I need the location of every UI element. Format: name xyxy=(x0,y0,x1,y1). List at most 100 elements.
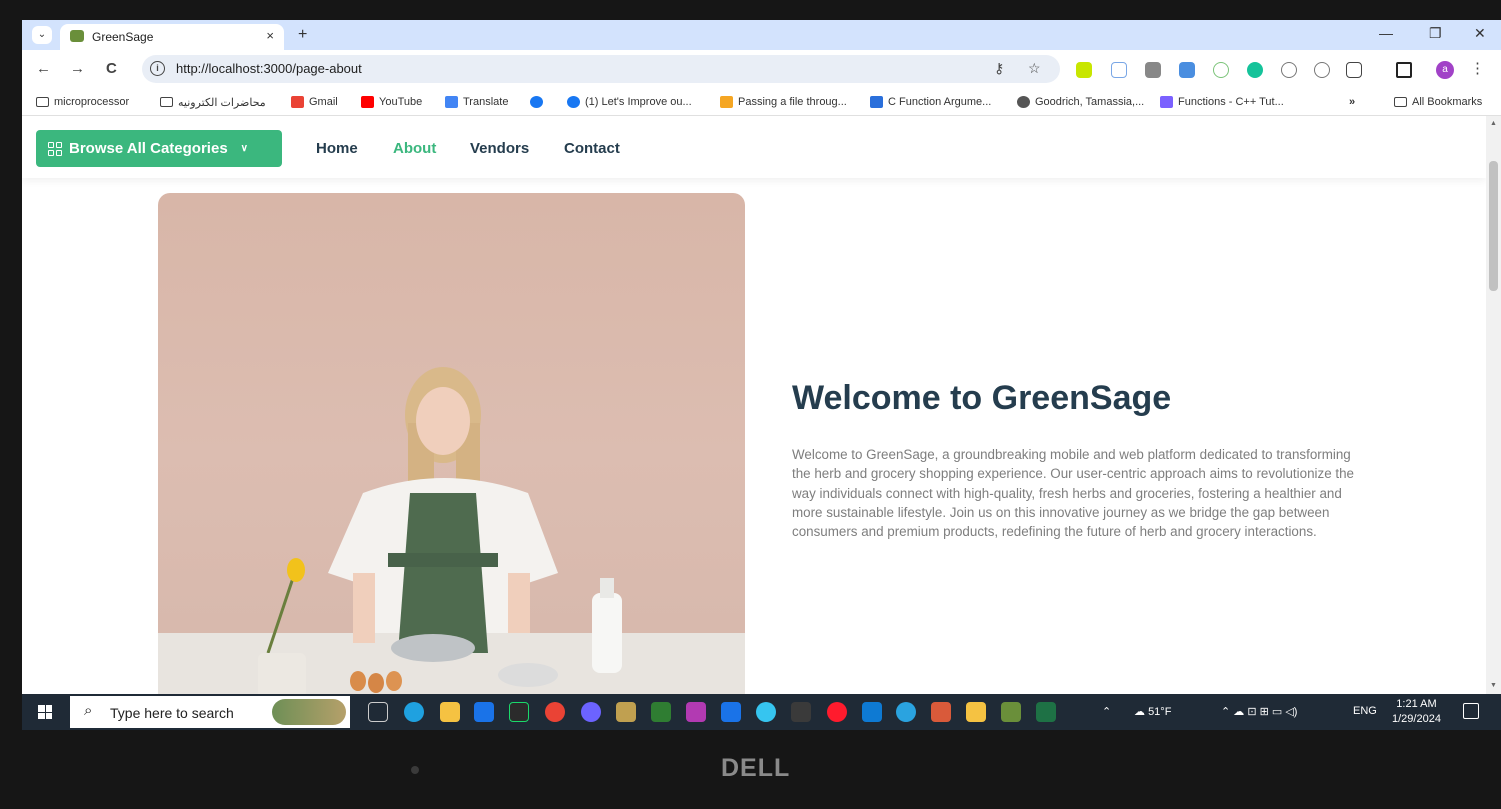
side-panel-icon[interactable] xyxy=(1396,62,1412,78)
bookmark-site-icon xyxy=(870,96,883,108)
about-description: Welcome to GreenSage, a groundbreaking m… xyxy=(792,447,1354,540)
bookmark-item[interactable]: microprocessor xyxy=(36,94,129,110)
close-window-button[interactable]: ✕ xyxy=(1474,25,1486,42)
minimize-button[interactable]: — xyxy=(1379,25,1393,41)
app-icon[interactable] xyxy=(931,702,951,722)
grammarly-icon[interactable] xyxy=(1247,62,1263,78)
system-clock[interactable]: 1:21 AM 1/29/2024 xyxy=(1392,697,1441,727)
extension-cc-icon[interactable] xyxy=(1145,62,1161,78)
bookmark-item[interactable]: Gmail xyxy=(291,94,338,110)
browser-toolbar: ← → C i http://localhost:3000/page-about… xyxy=(22,50,1501,88)
mail-icon[interactable] xyxy=(474,702,494,722)
bookmark-item[interactable]: Functions - C++ Tut... xyxy=(1160,94,1284,110)
gmail-icon xyxy=(291,96,304,108)
globe-icon xyxy=(1017,96,1030,108)
nav-contact[interactable]: Contact xyxy=(564,140,620,157)
tray-chevron-icon[interactable]: ⌃ xyxy=(1102,705,1111,718)
chrome-icon[interactable] xyxy=(545,702,565,722)
notification-icon[interactable] xyxy=(1463,703,1479,719)
app-icon[interactable] xyxy=(616,702,636,722)
nav-home[interactable]: Home xyxy=(316,140,358,157)
nav-about[interactable]: About xyxy=(393,140,436,157)
bookmark-item[interactable]: Goodrich, Tamassia,... xyxy=(1017,94,1144,110)
all-bookmarks[interactable]: All Bookmarks xyxy=(1394,94,1482,110)
browser-menu-icon[interactable]: ⋮ xyxy=(1470,59,1485,77)
bookmark-site-icon xyxy=(1160,96,1173,108)
extension-4-icon[interactable] xyxy=(1179,62,1195,78)
page-scrollbar[interactable]: ▲ ▼ xyxy=(1486,116,1501,694)
vscode-icon[interactable] xyxy=(862,702,882,722)
edge-icon[interactable] xyxy=(404,702,424,722)
bookmark-item[interactable]: (1) Let's Improve ou... xyxy=(567,94,692,110)
password-key-icon[interactable]: ⚷ xyxy=(994,60,1004,77)
nav-vendors[interactable]: Vendors xyxy=(470,140,529,157)
app-icon[interactable] xyxy=(651,702,671,722)
app-icon[interactable] xyxy=(721,702,741,722)
pycharm-icon[interactable] xyxy=(509,702,529,722)
back-icon[interactable]: ← xyxy=(36,60,51,77)
site-info-icon[interactable]: i xyxy=(150,61,165,76)
profile-avatar[interactable]: a xyxy=(1436,61,1454,79)
tray-icons[interactable]: ⌃ ☁ ⊡ ⊞ ▭ ◁) xyxy=(1221,705,1297,718)
extension-2-icon[interactable] xyxy=(1111,62,1127,78)
file-explorer-icon[interactable] xyxy=(440,702,460,722)
url-text[interactable]: http://localhost:3000/page-about xyxy=(176,61,362,76)
extension-5-icon[interactable] xyxy=(1213,62,1229,78)
telegram-icon[interactable] xyxy=(896,702,916,722)
app-icon[interactable] xyxy=(791,702,811,722)
forward-icon[interactable]: → xyxy=(70,60,85,77)
task-view-icon[interactable] xyxy=(368,702,388,722)
language-indicator[interactable]: ENG xyxy=(1353,705,1377,717)
reload-icon[interactable]: C xyxy=(106,60,117,77)
windows-start-icon[interactable] xyxy=(38,705,52,719)
folder-icon xyxy=(1394,97,1407,107)
dell-logo: DELL xyxy=(721,754,791,782)
opera-icon[interactable] xyxy=(827,702,847,722)
browser-tab[interactable]: GreenSage × xyxy=(60,24,284,50)
phpstorm-icon[interactable] xyxy=(686,702,706,722)
bookmark-item[interactable]: YouTube xyxy=(361,94,422,110)
page-title: Welcome to GreenSage xyxy=(792,379,1172,417)
slack-icon[interactable] xyxy=(756,702,776,722)
tab-title: GreenSage xyxy=(92,30,154,44)
weather-widget[interactable]: ☁ 51°F xyxy=(1134,705,1171,718)
facebook-icon xyxy=(530,96,543,108)
extension-7-icon[interactable] xyxy=(1281,62,1297,78)
search-icon: ⌕ xyxy=(84,702,93,719)
new-tab-button[interactable]: + xyxy=(298,26,307,44)
scroll-thumb[interactable] xyxy=(1489,161,1498,291)
bookmark-item[interactable]: محاضرات الكترونيه xyxy=(160,94,266,110)
youtube-icon xyxy=(361,96,374,108)
extension-1-icon[interactable] xyxy=(1076,62,1092,78)
folder-icon xyxy=(160,97,173,107)
scroll-up-icon[interactable]: ▲ xyxy=(1490,120,1497,127)
grid-icon xyxy=(48,141,62,156)
bookmark-item[interactable]: Translate xyxy=(445,94,508,110)
chevron-down-icon: ∨ xyxy=(240,143,248,154)
restore-button[interactable]: ❐ xyxy=(1429,25,1442,42)
browse-categories-button[interactable]: Browse All Categories ∨ xyxy=(36,130,282,167)
site-navbar: Browse All Categories ∨ Home About Vendo… xyxy=(22,116,1486,178)
folder-icon xyxy=(36,97,49,107)
app-icon[interactable] xyxy=(1001,702,1021,722)
extensions-puzzle-icon[interactable] xyxy=(1346,62,1362,78)
bookmark-item[interactable]: C Function Argume... xyxy=(870,94,991,110)
folder-app-icon[interactable] xyxy=(966,702,986,722)
more-bookmarks-button[interactable]: » xyxy=(1349,94,1355,110)
scroll-down-icon[interactable]: ▼ xyxy=(1490,682,1497,689)
address-bar[interactable]: i http://localhost:3000/page-about ⚷ ☆ xyxy=(142,55,1060,83)
windows-taskbar: ⌕ Type here to search ⌃ ☁ 51°F ⌃ ☁ ⊡ ⊞ ▭… xyxy=(22,694,1501,730)
bookmark-item[interactable]: Passing a file throug... xyxy=(720,94,847,110)
search-placeholder: Type here to search xyxy=(110,705,234,721)
bookmark-star-icon[interactable]: ☆ xyxy=(1028,60,1041,77)
translate-icon xyxy=(445,96,458,108)
screen: ⌄ GreenSage × + — ❐ ✕ ← → C i http://loc… xyxy=(22,20,1501,730)
excel-icon[interactable] xyxy=(1036,702,1056,722)
tab-close-icon[interactable]: × xyxy=(266,28,274,43)
about-hero-image xyxy=(158,193,745,694)
tab-search-button[interactable]: ⌄ xyxy=(32,26,52,44)
taskbar-search[interactable]: ⌕ Type here to search xyxy=(70,696,350,728)
app-icon[interactable] xyxy=(581,702,601,722)
bookmark-item[interactable] xyxy=(530,94,543,110)
extension-8-icon[interactable] xyxy=(1314,62,1330,78)
